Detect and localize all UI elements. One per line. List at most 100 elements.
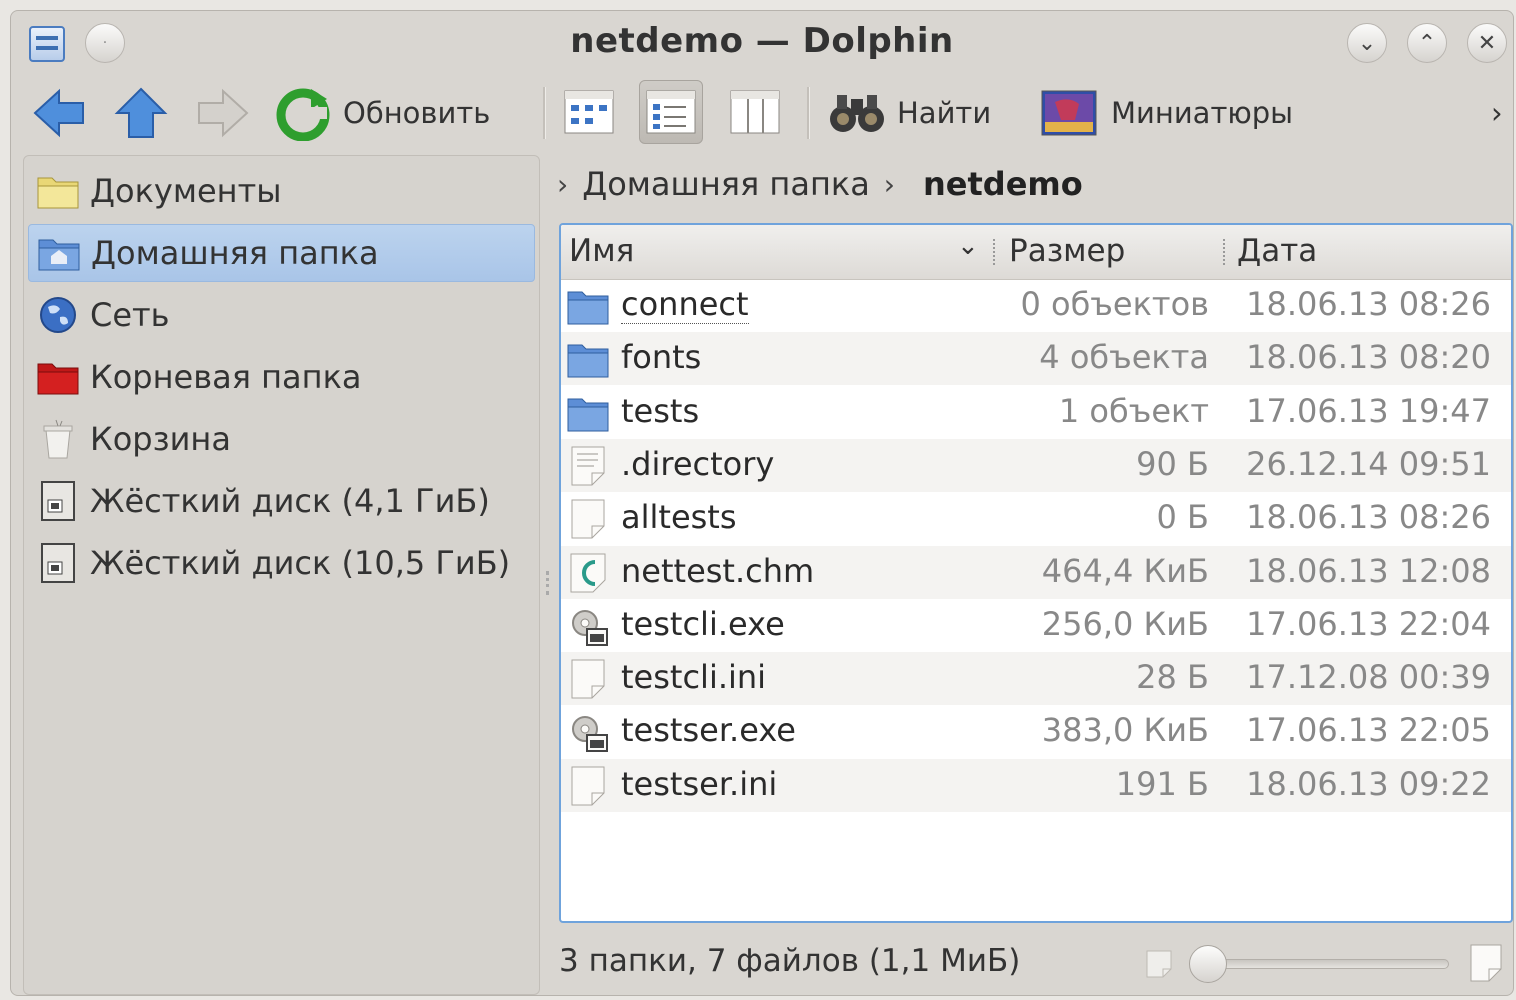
file-date: 18.06.13 08:26: [1246, 285, 1491, 323]
place-label: Жёсткий диск (4,1 ГиБ): [90, 482, 490, 520]
back-button[interactable]: [31, 73, 87, 153]
file-row[interactable]: .directory 90 Б 26.12.14 09:51: [561, 438, 1511, 492]
toolbar-overflow-button[interactable]: ›: [1491, 73, 1503, 153]
file-row[interactable]: fonts 4 объекта 18.06.13 08:20: [561, 332, 1511, 386]
file-row[interactable]: connect 0 объектов 18.06.13 08:26: [561, 279, 1511, 332]
main-toolbar: Обновить Найти Миниатюры ›: [11, 73, 1513, 153]
refresh-icon: [276, 88, 330, 141]
icons-view-button[interactable]: [557, 80, 621, 144]
arrow-right-icon: [198, 88, 249, 138]
file-date: 17.06.13 22:04: [1246, 604, 1491, 643]
window-title: netdemo — Dolphin: [570, 21, 954, 61]
file-date: 17.06.13 19:47: [1246, 391, 1491, 430]
place-documents[interactable]: Документы: [28, 162, 535, 220]
file-row[interactable]: tests 1 объект 17.06.13 19:47: [561, 386, 1511, 439]
find-button[interactable]: Найти: [827, 73, 991, 153]
home-folder-icon: [37, 231, 81, 275]
breadcrumb-current[interactable]: netdemo: [923, 165, 1083, 203]
file-row[interactable]: testser.exe 383,0 КиБ 17.06.13 22:05: [561, 705, 1511, 758]
place-hard-drive-1[interactable]: Жёсткий диск (4,1 ГиБ): [28, 472, 535, 530]
title-bar[interactable]: · netdemo — Dolphin ⌄ ⌃ ✕: [11, 11, 1513, 73]
column-name-header[interactable]: Имя: [569, 233, 634, 269]
executable-icon: [567, 605, 609, 647]
file-date: 18.06.13 12:08: [1246, 551, 1491, 590]
places-panel: Документы Домашняя папка Сеть Корневая п…: [23, 155, 540, 995]
folder-icon: [567, 338, 609, 380]
file-name: nettest.chm: [621, 551, 815, 590]
minimize-button[interactable]: ⌄: [1347, 23, 1387, 63]
file-name: alltests: [621, 498, 737, 537]
column-size-header[interactable]: Размер: [1009, 233, 1125, 269]
file-name: connect: [621, 285, 749, 324]
icon-grid-icon: [564, 90, 614, 134]
zoom-slider-handle[interactable]: [1189, 945, 1227, 983]
chevron-right-icon[interactable]: ›: [557, 168, 568, 201]
toolbar-separator: [543, 87, 546, 139]
file-row[interactable]: nettest.chm 464,4 КиБ 18.06.13 12:08: [561, 545, 1511, 599]
preview-image-icon: [1041, 90, 1097, 136]
zoom-out-icon[interactable]: [1145, 949, 1173, 979]
file-row[interactable]: testser.ini 191 Б 18.06.13 09:22: [561, 758, 1511, 812]
file-size: 1 объект: [1058, 391, 1209, 430]
close-icon: ✕: [1477, 30, 1497, 56]
trash-icon: [36, 417, 80, 461]
forward-button[interactable]: [195, 73, 251, 153]
chevron-right-icon[interactable]: ›: [884, 168, 895, 201]
blank-file-icon: [567, 498, 609, 540]
place-network[interactable]: Сеть: [28, 286, 535, 344]
file-size: 191 Б: [1115, 764, 1209, 803]
executable-icon: [567, 711, 609, 753]
folder-documents-icon: [36, 169, 80, 213]
blank-file-icon: [567, 765, 609, 807]
place-hard-drive-2[interactable]: Жёсткий диск (10,5 ГиБ): [28, 534, 535, 592]
breadcrumb-item-home[interactable]: Домашняя папка: [582, 165, 870, 203]
up-button[interactable]: [113, 73, 169, 153]
refresh-button[interactable]: Обновить: [275, 73, 490, 153]
folder-icon: [567, 392, 609, 434]
hard-drive-icon: [36, 541, 80, 585]
zoom-slider-track[interactable]: [1197, 959, 1449, 969]
preview-button[interactable]: Миниатюры: [1041, 73, 1293, 153]
close-button[interactable]: ✕: [1467, 23, 1507, 63]
file-size: 383,0 КиБ: [1041, 711, 1209, 750]
details-view-button[interactable]: [639, 80, 703, 144]
detail-list-icon: [646, 90, 696, 134]
file-list-view[interactable]: Имя ⌄ Размер Дата connect 0 объектов 18.06…: [559, 223, 1513, 923]
column-date-header[interactable]: Дата: [1237, 233, 1317, 269]
chevron-up-icon: ⌃: [1417, 30, 1437, 56]
place-trash[interactable]: Корзина: [28, 410, 535, 468]
maximize-button[interactable]: ⌃: [1407, 23, 1447, 63]
find-label: Найти: [897, 96, 992, 130]
place-label: Сеть: [90, 296, 170, 334]
columns-icon: [730, 90, 780, 134]
text-file-icon: [567, 445, 609, 487]
place-label: Документы: [90, 172, 282, 210]
file-row[interactable]: alltests 0 Б 18.06.13 08:26: [561, 492, 1511, 545]
file-size: 256,0 КиБ: [1041, 604, 1209, 643]
arrow-up-icon: [114, 87, 168, 138]
file-size: 0 объектов: [1020, 285, 1209, 323]
column-resize-handle[interactable]: [993, 239, 997, 265]
chm-help-file-icon: [567, 552, 609, 594]
file-name: fonts: [621, 338, 702, 377]
file-name: testcli.exe: [621, 604, 785, 643]
file-size: 464,4 КиБ: [1041, 551, 1209, 590]
file-date: 17.12.08 00:39: [1246, 658, 1491, 697]
place-home[interactable]: Домашняя папка: [28, 224, 535, 282]
file-date: 18.06.13 08:20: [1246, 338, 1491, 377]
zoom-in-icon[interactable]: [1469, 943, 1503, 983]
file-name: .directory: [621, 444, 775, 483]
panel-splitter[interactable]: [546, 571, 553, 595]
file-row[interactable]: testcli.exe 256,0 КиБ 17.06.13 22:04: [561, 599, 1511, 652]
status-bar: 3 папки, 7 файлов (1,1 МиБ): [559, 935, 1513, 991]
columns-view-button[interactable]: [723, 80, 787, 144]
sort-descending-icon[interactable]: ⌄: [957, 231, 979, 261]
place-root[interactable]: Корневая папка: [28, 348, 535, 406]
place-label: Корзина: [90, 420, 231, 458]
file-row[interactable]: testcli.ini 28 Б 17.12.08 00:39: [561, 652, 1511, 706]
column-resize-handle[interactable]: [1223, 239, 1227, 265]
file-date: 17.06.13 22:05: [1246, 711, 1491, 750]
blank-file-icon: [567, 658, 609, 700]
binoculars-icon: [830, 95, 884, 132]
refresh-label: Обновить: [343, 96, 491, 130]
